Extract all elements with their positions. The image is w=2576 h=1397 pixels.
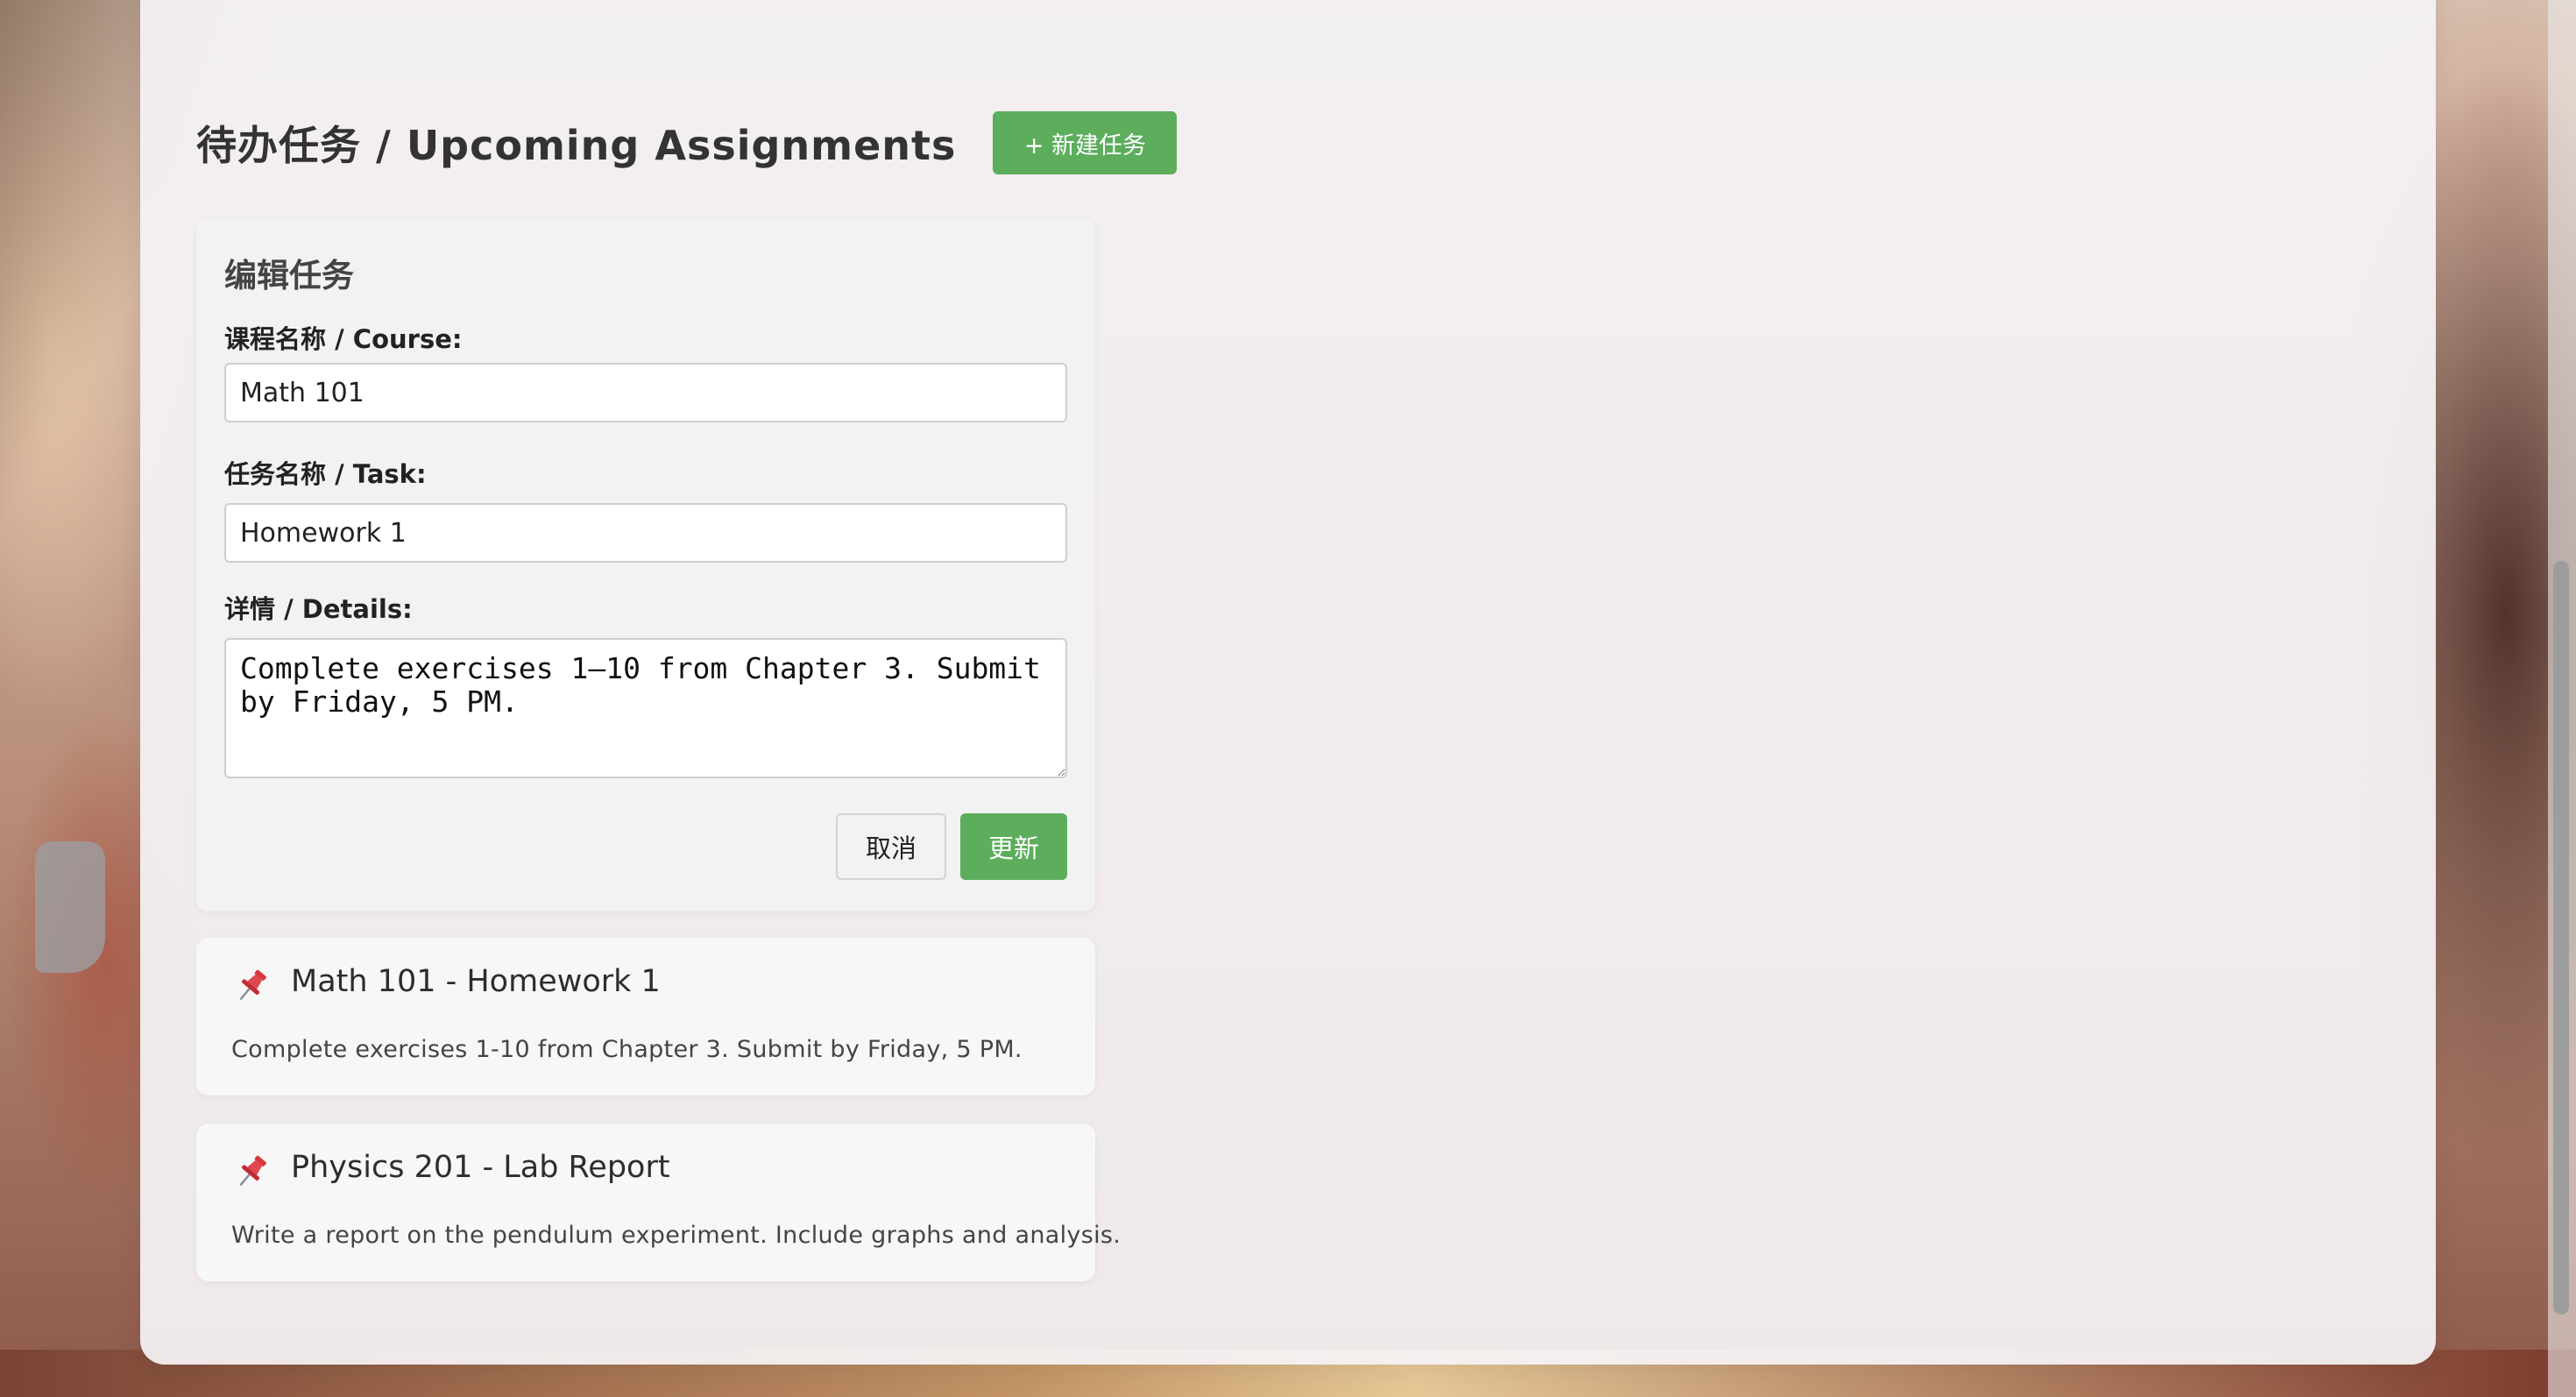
pushpin-icon xyxy=(231,966,272,1006)
assignment-title: Math 101 - Homework 1 xyxy=(291,964,661,999)
course-label: 课程名称 / Course: xyxy=(224,324,463,354)
scrollbar[interactable] xyxy=(2548,0,2576,1397)
assignment-description: Complete exercises 1-10 from Chapter 3. … xyxy=(231,1036,1023,1063)
assignment-card[interactable]: Math 101 - Homework 1 Complete exercises… xyxy=(196,938,1095,1096)
background-figure-boot xyxy=(35,841,105,973)
update-button[interactable]: 更新 xyxy=(960,813,1067,880)
page-title: 待办任务 / Upcoming Assignments xyxy=(196,122,957,169)
task-input[interactable] xyxy=(224,503,1067,563)
cancel-button[interactable]: 取消 xyxy=(836,813,946,880)
scrollbar-thumb[interactable] xyxy=(2553,561,2569,1315)
details-label: 详情 / Details: xyxy=(224,594,413,624)
new-task-button[interactable]: + 新建任务 xyxy=(993,111,1178,174)
details-textarea[interactable]: Complete exercises 1–10 from Chapter 3. … xyxy=(224,638,1067,778)
assignment-card[interactable]: Physics 201 - Lab Report Write a report … xyxy=(196,1124,1121,1281)
course-input[interactable] xyxy=(224,363,1067,422)
form-title: 编辑任务 xyxy=(224,257,354,294)
assignments-header: 待办任务 / Upcoming Assignments + 新建任务 xyxy=(196,110,1178,175)
task-label: 任务名称 / Task: xyxy=(224,459,427,489)
edit-task-form: 编辑任务 课程名称 / Course: 任务名称 / Task: 详情 / De… xyxy=(196,217,1095,911)
assignment-title: Physics 201 - Lab Report xyxy=(291,1150,670,1185)
assignment-description: Write a report on the pendulum experimen… xyxy=(231,1222,1122,1249)
pushpin-icon xyxy=(231,1152,272,1192)
